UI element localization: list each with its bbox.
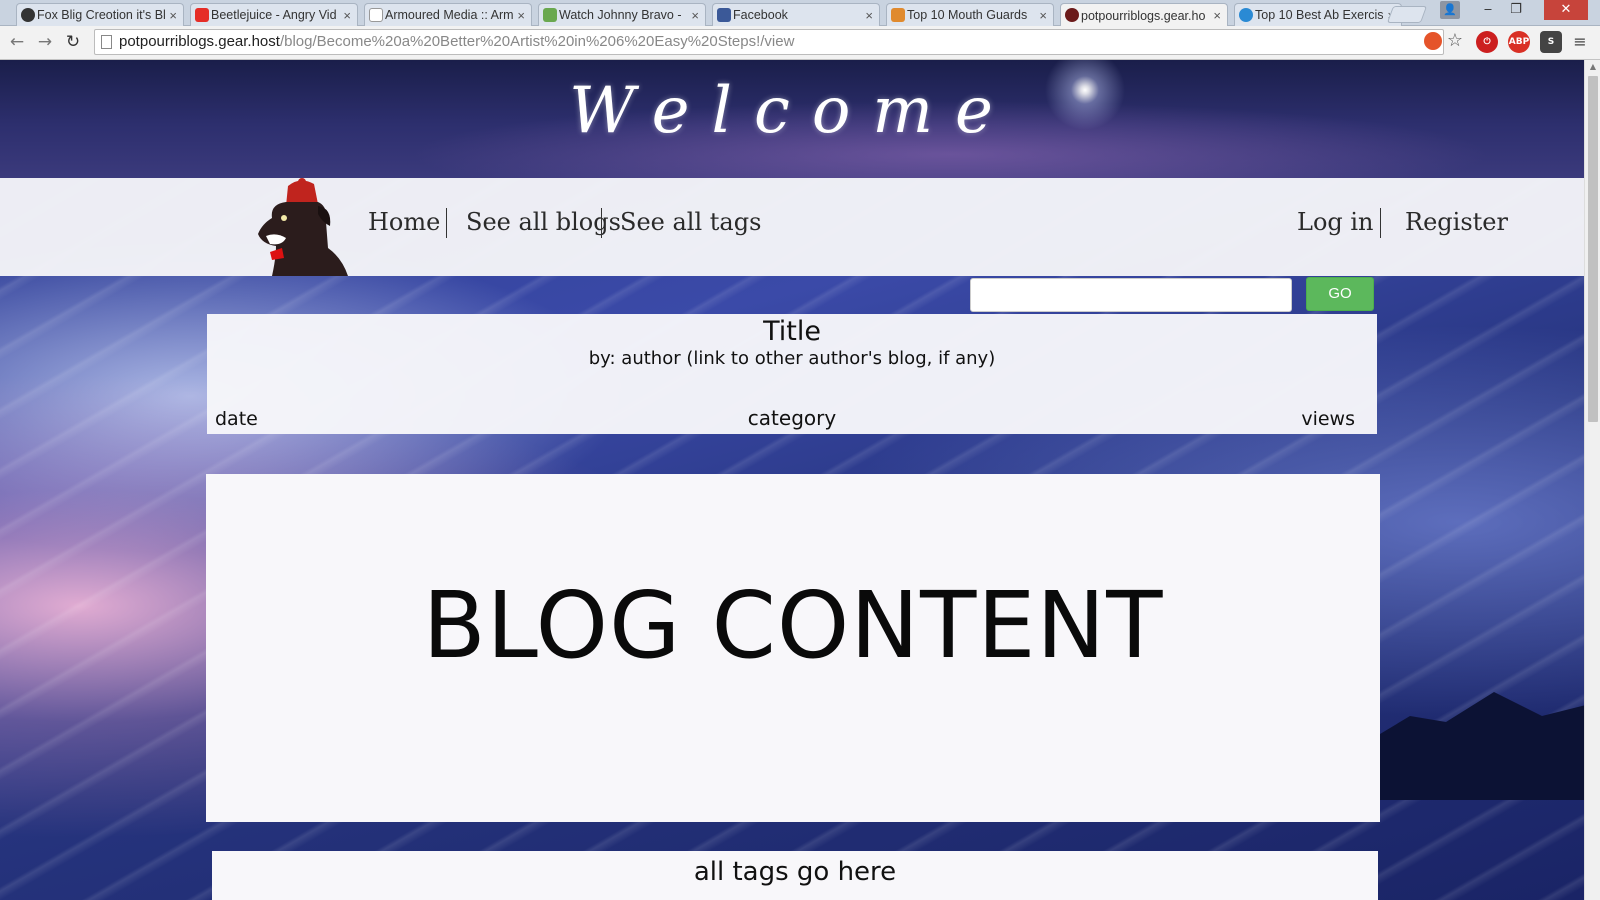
nav-see-all-tags-link[interactable]: See all tags [620, 208, 761, 236]
banner: Welcome [0, 60, 1584, 178]
post-content-text: BLOG CONTENT [422, 572, 1164, 679]
nav-divider [1380, 208, 1381, 238]
youtube-favicon-icon [195, 8, 209, 22]
search-go-button[interactable]: GO [1306, 277, 1374, 311]
tab-close-icon[interactable]: × [865, 8, 873, 23]
tab-close-icon[interactable]: × [343, 8, 351, 23]
tab-label: Facebook [733, 8, 788, 22]
new-tab-button[interactable] [1386, 6, 1428, 23]
page-favicon-icon [1239, 8, 1253, 22]
back-button[interactable]: ← [6, 31, 28, 53]
nav-see-all-blogs-link[interactable]: See all blogs [466, 208, 621, 236]
maximize-button[interactable]: ❐ [1502, 0, 1530, 20]
browser-tab-1[interactable]: Fox Blig Creotion it's Bl × [16, 3, 184, 26]
post-category[interactable]: category [207, 406, 1377, 430]
post-title: Title [763, 316, 821, 347]
browser-menu-icon[interactable]: ≡ [1572, 32, 1588, 52]
page-favicon-icon [369, 8, 383, 22]
facebook-favicon-icon [717, 8, 731, 22]
tab-label: Top 10 Best Ab Exercis [1255, 8, 1384, 22]
nav-divider [446, 208, 447, 238]
tab-label: Armoured Media :: Arm [385, 8, 514, 22]
browser-tab-6[interactable]: Top 10 Mouth Guards × [886, 3, 1054, 26]
nav-register-link[interactable]: Register [1405, 208, 1508, 236]
tab-label: Top 10 Mouth Guards [907, 8, 1028, 22]
star-icon[interactable]: ☆ [1446, 32, 1464, 50]
browser-tab-4[interactable]: Watch Johnny Bravo - × [538, 3, 706, 26]
scroll-up-arrow-icon[interactable]: ▲ [1585, 60, 1600, 74]
adblock-icon[interactable]: ABP [1508, 31, 1530, 53]
minimize-button[interactable]: ‒ [1474, 0, 1502, 20]
post-author[interactable]: by: author (link to other author's blog,… [207, 348, 1377, 369]
browser-tab-2[interactable]: Beetlejuice - Angry Vid × [190, 3, 358, 26]
nav-divider [601, 208, 602, 238]
tab-close-icon[interactable]: × [169, 8, 177, 23]
address-bar[interactable]: potpourriblogs.gear.host/blog/Become%20a… [94, 29, 1444, 55]
reload-button[interactable]: ↻ [62, 31, 84, 53]
url-host: potpourriblogs.gear.host [119, 33, 280, 50]
scrollbar-thumb[interactable] [1588, 76, 1598, 422]
post-views: views [1301, 408, 1355, 430]
power-icon[interactable]: ⏻ [1476, 31, 1498, 53]
profile-icon[interactable]: 👤 [1440, 1, 1460, 19]
tab-close-icon[interactable]: × [1213, 8, 1221, 23]
github-favicon-icon [21, 8, 35, 22]
nav-log-in-link[interactable]: Log in [1297, 208, 1374, 236]
post-content: BLOG CONTENT [206, 474, 1380, 822]
browser-tab-5[interactable]: Facebook × [712, 3, 880, 26]
search-input[interactable] [970, 278, 1292, 312]
tab-strip: Fox Blig Creotion it's Bl × Beetlejuice … [0, 0, 1600, 27]
cartoon-favicon-icon [543, 8, 557, 22]
lastpass-icon[interactable] [1424, 32, 1442, 50]
banner-title: Welcome [569, 74, 1015, 148]
window-close-button[interactable]: ✕ [1544, 0, 1588, 20]
browser-toolbar: ← → ↻ potpourriblogs.gear.host/blog/Beco… [0, 26, 1600, 60]
browser-tab-3[interactable]: Armoured Media :: Arm × [364, 3, 532, 26]
tab-close-icon[interactable]: × [691, 8, 699, 23]
browser-tab-8[interactable]: Top 10 Best Ab Exercis × [1234, 3, 1402, 26]
forward-button[interactable]: → [34, 31, 56, 53]
post-tags: all tags go here [212, 851, 1378, 900]
page-icon [101, 35, 112, 49]
nav-home-link[interactable]: Home [368, 208, 440, 236]
site-navbar: Home See all blogs See all tags Log in R… [0, 178, 1584, 276]
post-tags-text[interactable]: all tags go here [212, 857, 1378, 887]
tab-close-icon[interactable]: × [1039, 8, 1047, 23]
tab-label: Beetlejuice - Angry Vid [211, 8, 337, 22]
page-viewport: Welcome Home See all blogs See all tags … [0, 60, 1584, 900]
page-scrollbar[interactable]: ▲ [1584, 60, 1600, 900]
post-header: Title by: author (link to other author's… [207, 314, 1377, 434]
dog-mascot-logo[interactable] [252, 178, 348, 276]
browser-tab-active[interactable]: potpourriblogs.gear.ho × [1060, 3, 1228, 27]
tab-close-icon[interactable]: × [517, 8, 525, 23]
page-favicon-icon [891, 8, 905, 22]
dog-favicon-icon [1065, 8, 1079, 22]
tab-label: Watch Johnny Bravo - [559, 8, 682, 22]
s-extension-icon[interactable]: S [1540, 31, 1562, 53]
tab-label: potpourriblogs.gear.ho [1081, 8, 1206, 23]
url-path: /blog/Become%20a%20Better%20Artist%20in%… [279, 33, 795, 50]
tab-label: Fox Blig Creotion it's Bl [37, 8, 166, 22]
